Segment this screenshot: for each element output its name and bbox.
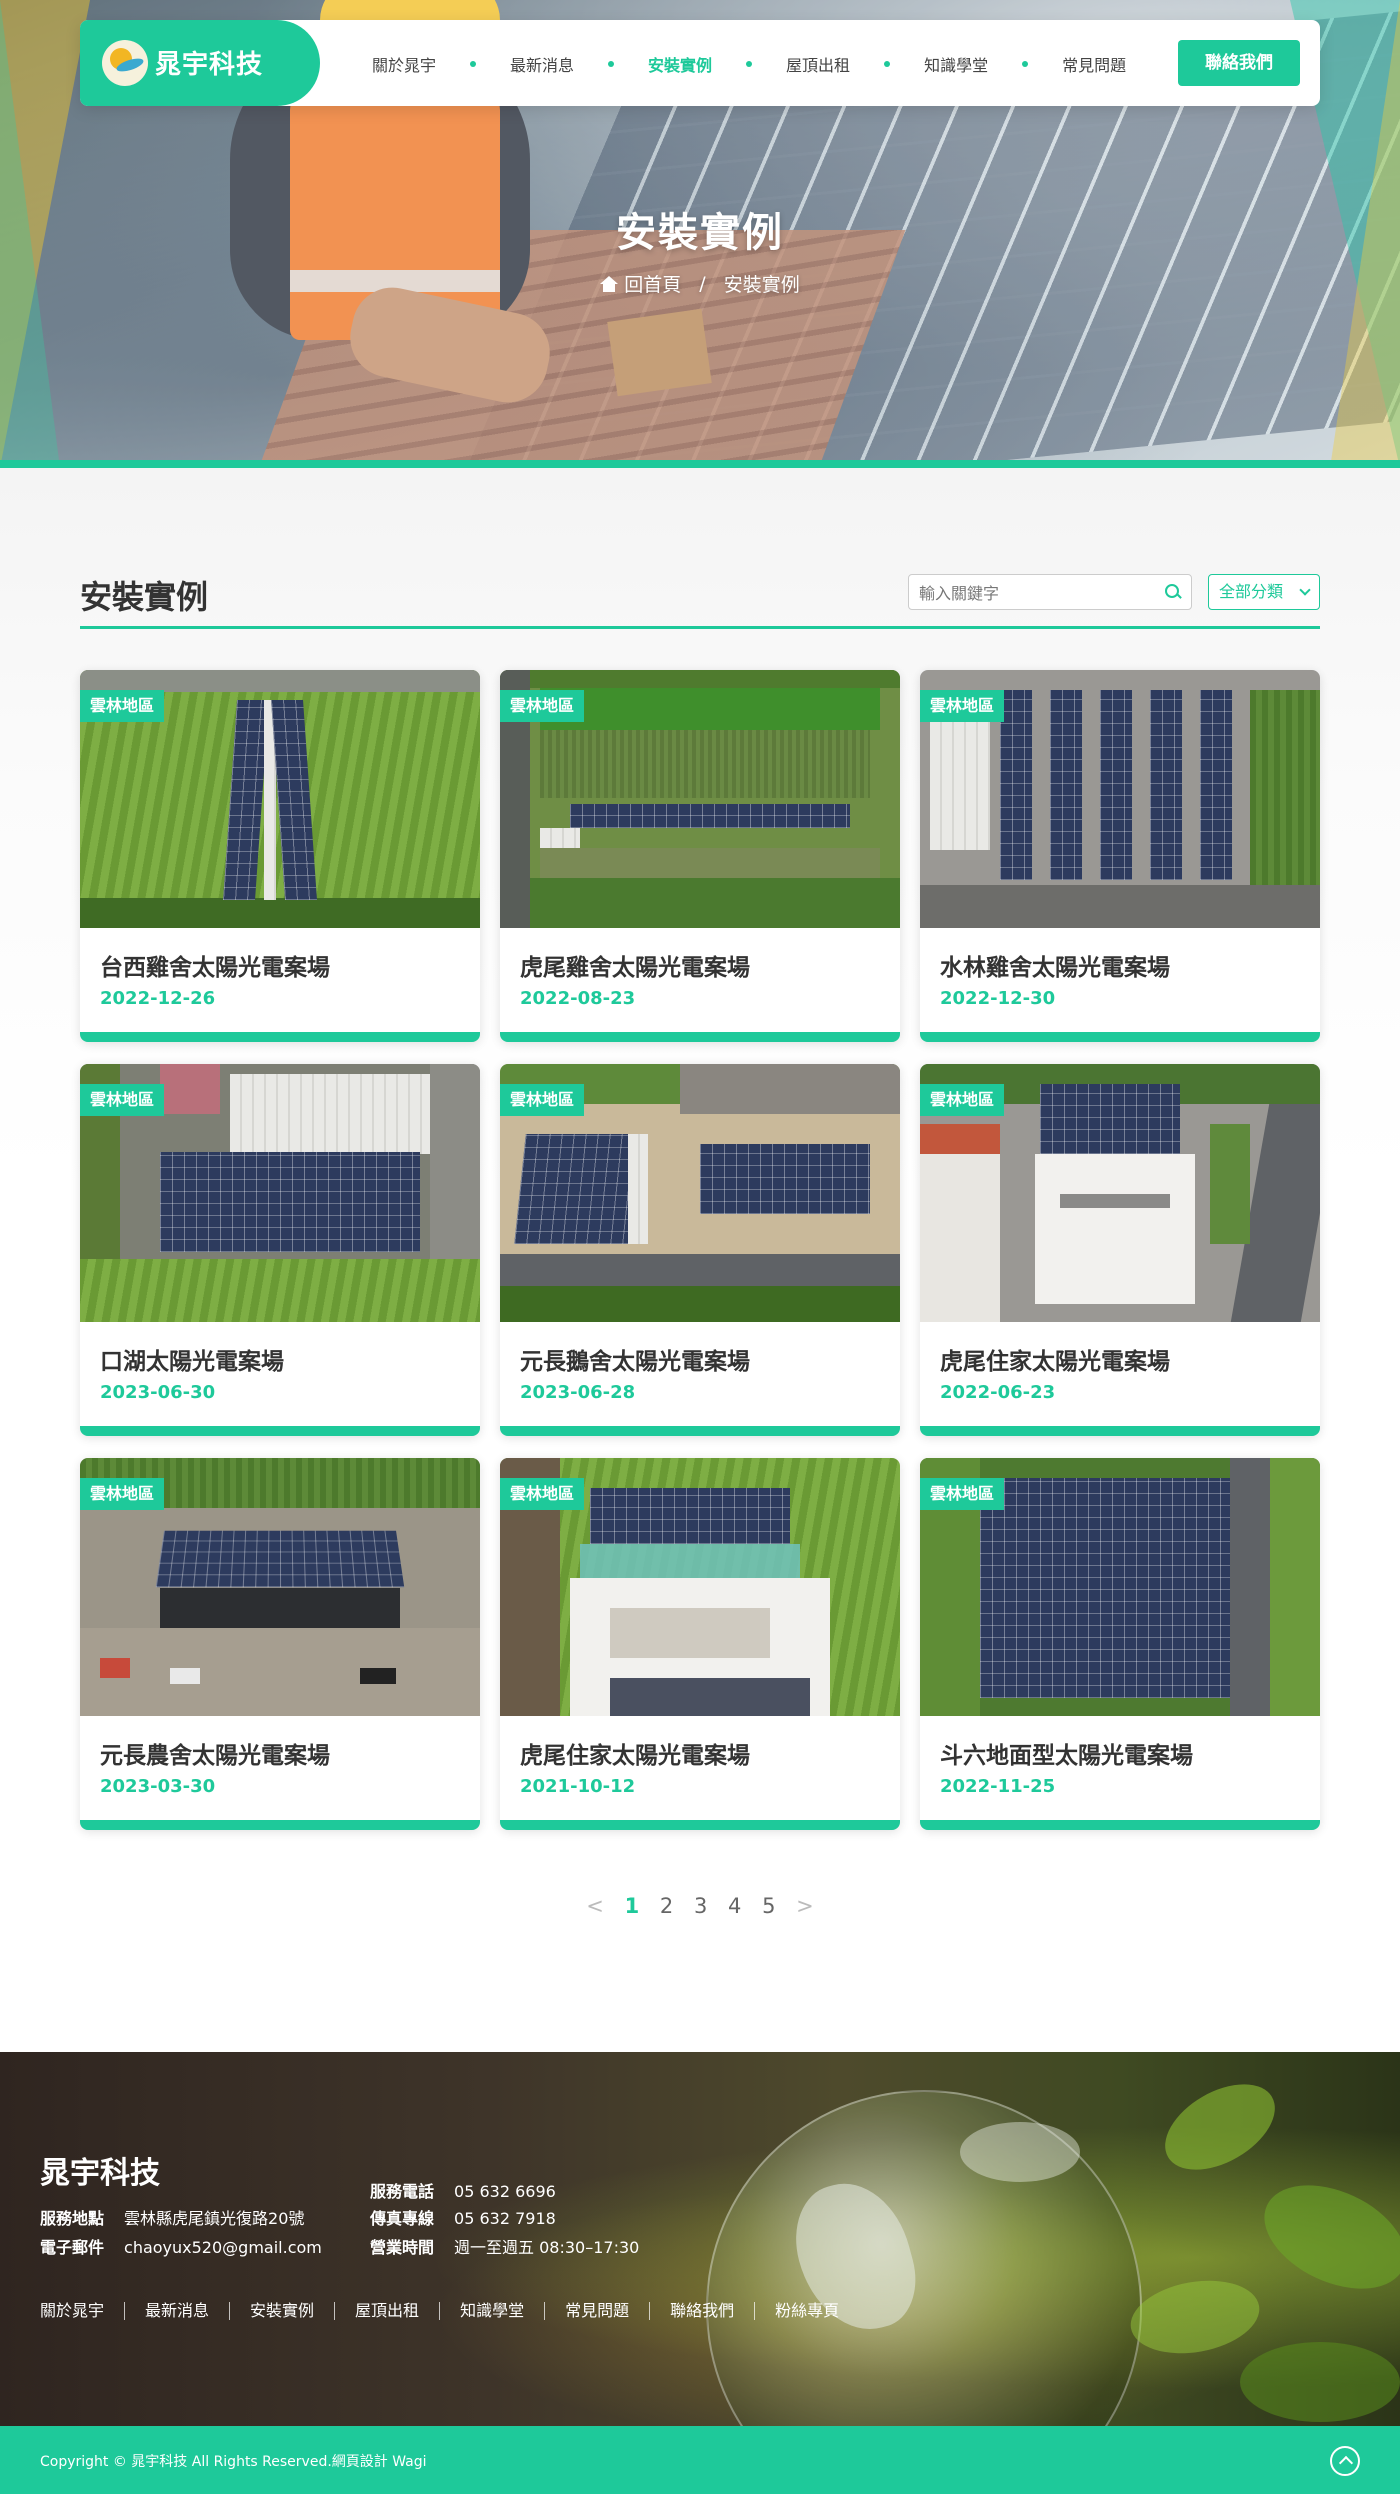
page-4[interactable]: 4 xyxy=(728,1894,741,1918)
case-date: 2022-11-25 xyxy=(940,1776,1056,1797)
breadcrumb-separator: / xyxy=(699,272,706,295)
case-card[interactable]: 雲林地區 元長鵝舍太陽光電案場 2023-06-28 xyxy=(500,1064,900,1436)
copyright-text: Copyright © 晁宇科技 All Rights Reserved.網頁設… xyxy=(40,2454,427,2470)
case-title: 水林雞舍太陽光電案場 xyxy=(940,955,1170,981)
footer-link-cases[interactable]: 安裝實例 xyxy=(230,2302,336,2320)
footer-link-roof-rental[interactable]: 屋頂出租 xyxy=(335,2302,441,2320)
home-icon xyxy=(600,275,619,292)
region-tag: 雲林地區 xyxy=(500,1084,585,1116)
back-to-top-icon[interactable] xyxy=(1330,2446,1360,2476)
footer-email: 電子郵件 chaoyux520@gmail.com xyxy=(40,2238,322,2257)
region-tag: 雲林地區 xyxy=(500,1478,585,1510)
main-nav: 關於晁宇 最新消息 安裝實例 屋頂出租 知識學堂 常見問題 xyxy=(372,52,1126,76)
footer-address: 服務地點 雲林縣虎尾鎮光復路20號 xyxy=(40,2209,305,2228)
case-date: 2021-10-12 xyxy=(520,1776,636,1797)
case-title: 斗六地面型太陽光電案場 xyxy=(940,1743,1193,1769)
search-box xyxy=(908,574,1192,610)
case-title: 虎尾住家太陽光電案場 xyxy=(520,1743,750,1769)
section-title: 安裝實例 xyxy=(80,578,209,616)
breadcrumb: 回首頁 / 安裝實例 xyxy=(0,270,1400,297)
region-tag: 雲林地區 xyxy=(80,690,165,722)
search-input[interactable] xyxy=(919,582,1149,604)
case-card[interactable]: 雲林地區 虎尾住家太陽光電案場 2021-10-12 xyxy=(500,1458,900,1830)
case-date: 2022-12-26 xyxy=(100,988,216,1009)
region-tag: 雲林地區 xyxy=(80,1478,165,1510)
footer-link-fanpage[interactable]: 粉絲專頁 xyxy=(755,2302,859,2320)
phone-link[interactable]: 05 632 6696 xyxy=(454,2182,556,2201)
region-tag: 雲林地區 xyxy=(500,690,585,722)
case-date: 2023-06-30 xyxy=(100,1382,216,1403)
case-title: 元長鵝舍太陽光電案場 xyxy=(520,1349,750,1375)
region-tag: 雲林地區 xyxy=(920,1478,1005,1510)
footer-link-news[interactable]: 最新消息 xyxy=(125,2302,231,2320)
logo-text: 晁宇科技 xyxy=(155,50,264,80)
breadcrumb-current: 安裝實例 xyxy=(723,274,800,296)
footer-link-knowledge[interactable]: 知識學堂 xyxy=(440,2302,546,2320)
page-2[interactable]: 2 xyxy=(660,1894,673,1918)
chevron-down-icon xyxy=(1299,584,1311,596)
footer-links: 關於晁宇 最新消息 安裝實例 屋頂出租 知識學堂 常見問題 聯絡我們 粉絲專頁 xyxy=(40,2302,859,2320)
next-page-button[interactable]: > xyxy=(796,1894,814,1918)
footer-link-about[interactable]: 關於晁宇 xyxy=(40,2302,126,2320)
case-title: 台西雞舍太陽光電案場 xyxy=(100,955,330,981)
case-date: 2022-06-23 xyxy=(940,1382,1056,1403)
case-title: 虎尾雞舍太陽光電案場 xyxy=(520,955,750,981)
case-card[interactable]: 雲林地區 台西雞舍太陽光電案場 2022-12-26 xyxy=(80,670,480,1042)
email-link[interactable]: chaoyux520@gmail.com xyxy=(124,2238,322,2257)
region-tag: 雲林地區 xyxy=(920,690,1005,722)
page-3[interactable]: 3 xyxy=(694,1894,707,1918)
case-card[interactable]: 雲林地區 斗六地面型太陽光電案場 2022-11-25 xyxy=(920,1458,1320,1830)
case-date: 2022-08-23 xyxy=(520,988,636,1009)
logo-icon xyxy=(102,40,148,86)
nav-item-faq[interactable]: 常見問題 xyxy=(1062,52,1126,76)
case-title: 元長農舍太陽光電案場 xyxy=(100,1743,330,1769)
hero-title: 安裝實例 xyxy=(616,210,784,256)
case-date: 2023-06-28 xyxy=(520,1382,636,1403)
page-1[interactable]: 1 xyxy=(625,1894,640,1918)
case-card[interactable]: 雲林地區 口湖太陽光電案場 2023-06-30 xyxy=(80,1064,480,1436)
case-card[interactable]: 雲林地區 元長農舍太陽光電案場 2023-03-30 xyxy=(80,1458,480,1830)
breadcrumb-home-link[interactable]: 回首頁 xyxy=(600,270,681,297)
footer-link-faq[interactable]: 常見問題 xyxy=(545,2302,651,2320)
pagination: < 1 2 3 4 5 > xyxy=(0,1894,1400,1918)
section-divider xyxy=(80,626,1320,629)
hero-accent-bar xyxy=(0,460,1400,468)
region-tag: 雲林地區 xyxy=(80,1084,165,1116)
search-icon[interactable] xyxy=(1165,584,1181,600)
footer-fax: 傳真專線 05 632 7918 xyxy=(370,2209,556,2228)
region-tag: 雲林地區 xyxy=(920,1084,1005,1116)
nav-item-cases[interactable]: 安裝實例 xyxy=(648,52,712,76)
case-date: 2023-03-30 xyxy=(100,1776,216,1797)
nav-item-news[interactable]: 最新消息 xyxy=(510,52,574,76)
contact-button[interactable]: 聯絡我們 xyxy=(1178,40,1300,86)
footer-brand: 晁宇科技 xyxy=(40,2156,160,2191)
nav-item-about[interactable]: 關於晁宇 xyxy=(372,52,436,76)
case-card[interactable]: 雲林地區 水林雞舍太陽光電案場 2022-12-30 xyxy=(920,670,1320,1042)
nav-item-knowledge[interactable]: 知識學堂 xyxy=(924,52,988,76)
nav-item-roof-rental[interactable]: 屋頂出租 xyxy=(786,52,850,76)
case-date: 2022-12-30 xyxy=(940,988,1056,1009)
case-title: 虎尾住家太陽光電案場 xyxy=(940,1349,1170,1375)
page-5[interactable]: 5 xyxy=(762,1894,775,1918)
footer-link-contact[interactable]: 聯絡我們 xyxy=(650,2302,756,2320)
prev-page-button[interactable]: < xyxy=(586,1894,604,1918)
footer-phone: 服務電話 05 632 6696 xyxy=(370,2182,556,2201)
case-card[interactable]: 雲林地區 虎尾雞舍太陽光電案場 2022-08-23 xyxy=(500,670,900,1042)
case-title: 口湖太陽光電案場 xyxy=(100,1349,284,1375)
case-card[interactable]: 雲林地區 虎尾住家太陽光電案場 2022-06-23 xyxy=(920,1064,1320,1436)
category-select[interactable]: 全部分類 xyxy=(1208,574,1320,610)
footer-hours: 營業時間 週一至週五 08:30–17:30 xyxy=(370,2238,640,2257)
